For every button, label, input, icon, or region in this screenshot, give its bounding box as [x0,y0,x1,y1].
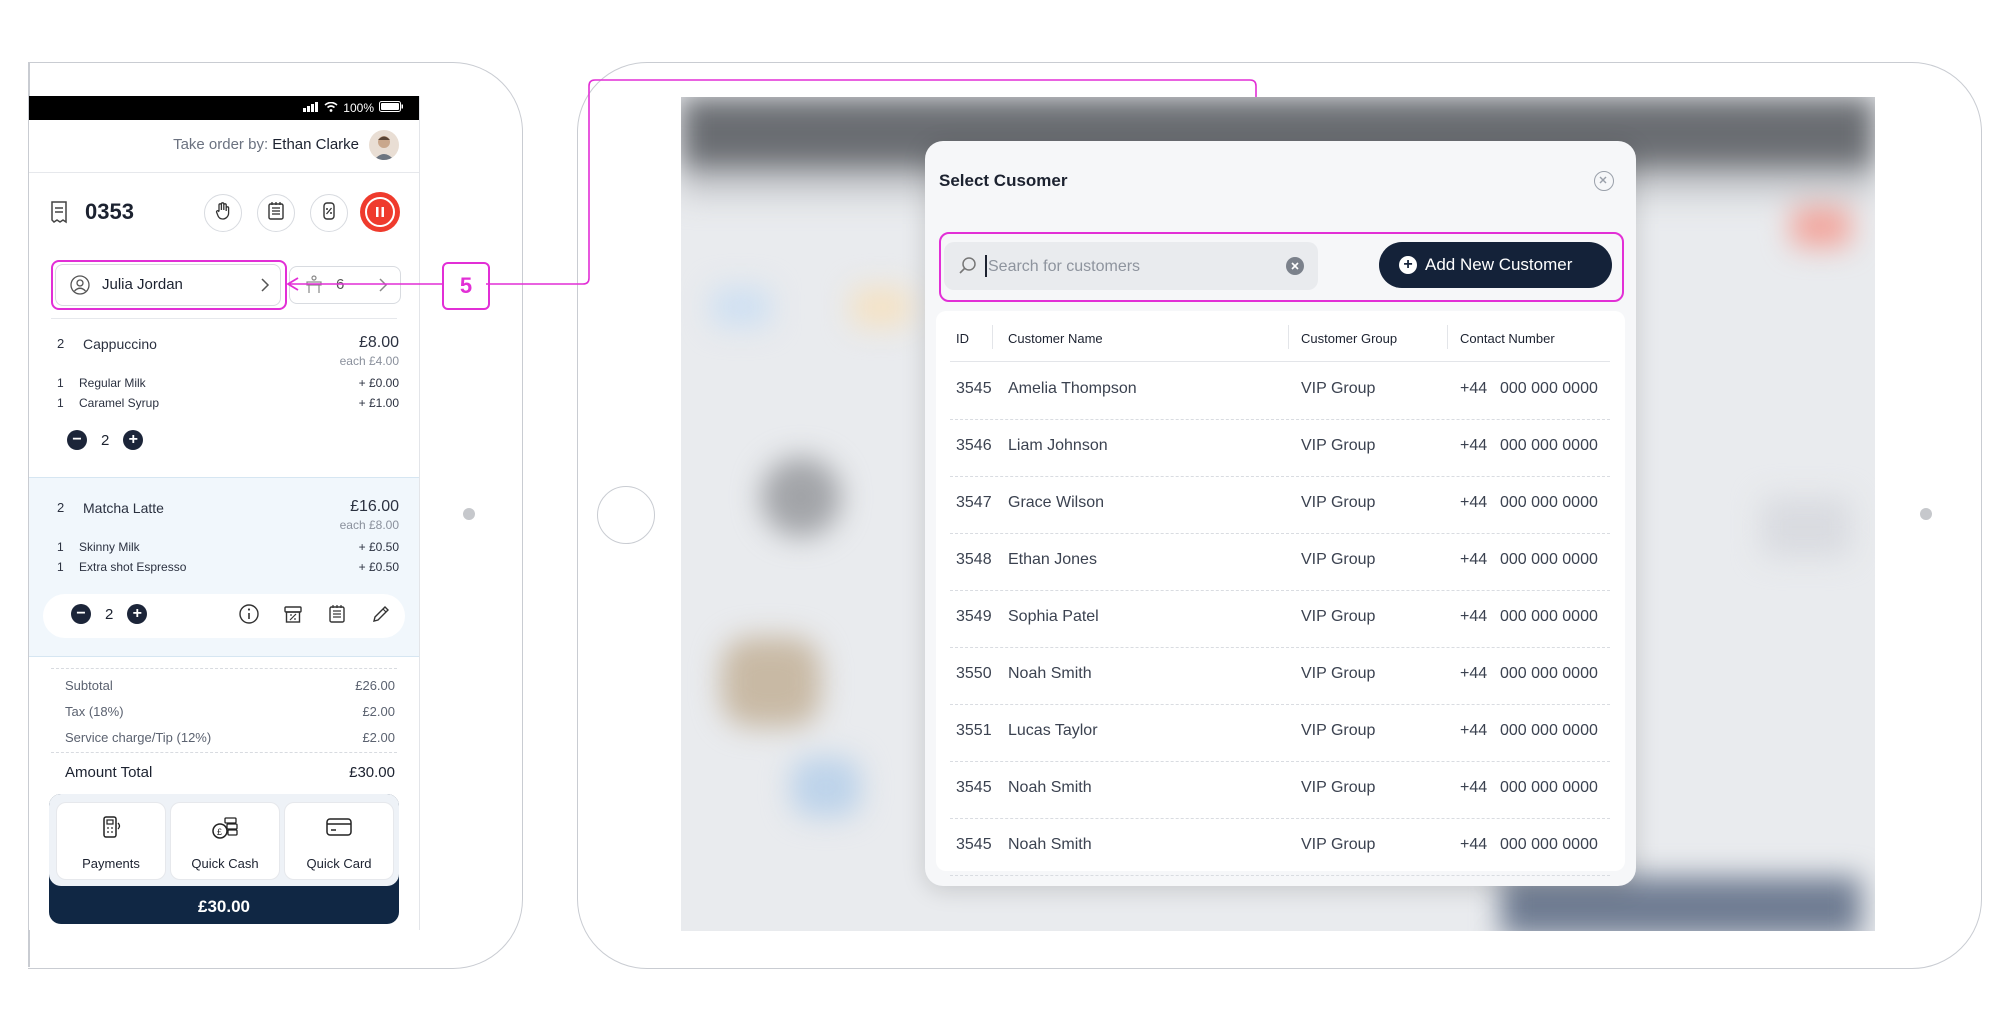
table-row[interactable]: 3546 Liam Johnson VIP Group +44 000 000 … [950,419,1610,477]
cell-number: 000 000 0000 [1500,779,1598,796]
cell-group: VIP Group [1301,608,1376,625]
cell-code: +44 [1460,779,1488,796]
cell-name: Lucas Taylor [1008,722,1098,739]
cell-name: Liam Johnson [1008,437,1108,454]
cell-id: 3545 [956,380,992,397]
cell-code: +44 [1460,608,1488,625]
column-header-name: Customer Name [1008,331,1103,346]
table-row[interactable]: 3548 Ethan Jones VIP Group +44 000 000 0… [950,533,1610,591]
cell-code: +44 [1460,551,1488,568]
table-row[interactable]: 3550 Noah Smith VIP Group +44 000 000 00… [950,647,1610,705]
select-customer-modal: Select Cusomer + Add New Customer ID Cus… [925,141,1636,886]
cell-number: 000 000 0000 [1500,608,1598,625]
cell-number: 000 000 0000 [1500,437,1598,454]
cell-group: VIP Group [1301,779,1376,796]
cell-code: +44 [1460,494,1488,511]
cell-group: VIP Group [1301,494,1376,511]
search-highlight [939,232,1624,302]
column-header-group: Customer Group [1301,331,1398,346]
cell-group: VIP Group [1301,380,1376,397]
cell-name: Grace Wilson [1008,494,1105,511]
table-row[interactable]: 3549 Sophia Patel VIP Group +44 000 000 … [950,590,1610,648]
close-icon[interactable] [1594,171,1614,191]
column-header-id: ID [956,331,969,346]
column-separator [1288,325,1289,349]
column-separator [1447,325,1448,349]
table-row[interactable]: 3545 Amelia Thompson VIP Group +44 000 0… [950,362,1610,420]
cell-id: 3549 [956,608,992,625]
cell-number: 000 000 0000 [1500,494,1598,511]
cell-id: 3545 [956,836,992,853]
cell-name: Amelia Thompson [1008,380,1137,397]
cell-number: 000 000 0000 [1500,722,1598,739]
cell-id: 3545 [956,779,992,796]
cell-id: 3551 [956,722,992,739]
cell-id: 3546 [956,437,992,454]
modal-title: Select Cusomer [939,171,1068,190]
table-row[interactable]: 3545 Noah Smith VIP Group +44 000 000 00… [950,818,1610,876]
table-row[interactable]: 3545 Noah Smith VIP Group +44 000 000 00… [950,761,1610,819]
cell-name: Sophia Patel [1008,608,1099,625]
customer-table: ID Customer Name Customer Group Contact … [936,311,1625,876]
table-row[interactable]: 3547 Grace Wilson VIP Group +44 000 000 … [950,476,1610,534]
cell-number: 000 000 0000 [1500,551,1598,568]
cell-code: +44 [1460,380,1488,397]
column-header-contact: Contact Number [1460,331,1555,346]
cell-code: +44 [1460,836,1488,853]
cell-group: VIP Group [1301,836,1376,853]
cell-id: 3548 [956,551,992,568]
cell-id: 3550 [956,665,992,682]
cell-code: +44 [1460,437,1488,454]
cell-code: +44 [1460,665,1488,682]
cell-name: Noah Smith [1008,665,1092,682]
cell-group: VIP Group [1301,551,1376,568]
cell-group: VIP Group [1301,665,1376,682]
cell-number: 000 000 0000 [1500,380,1598,397]
cell-code: +44 [1460,722,1488,739]
cell-group: VIP Group [1301,437,1376,454]
column-separator [992,325,993,349]
cell-name: Ethan Jones [1008,551,1097,568]
table-row[interactable]: 3551 Lucas Taylor VIP Group +44 000 000 … [950,704,1610,762]
cell-group: VIP Group [1301,722,1376,739]
cell-number: 000 000 0000 [1500,836,1598,853]
cell-name: Noah Smith [1008,836,1092,853]
cell-number: 000 000 0000 [1500,665,1598,682]
cell-id: 3547 [956,494,992,511]
cell-name: Noah Smith [1008,779,1092,796]
